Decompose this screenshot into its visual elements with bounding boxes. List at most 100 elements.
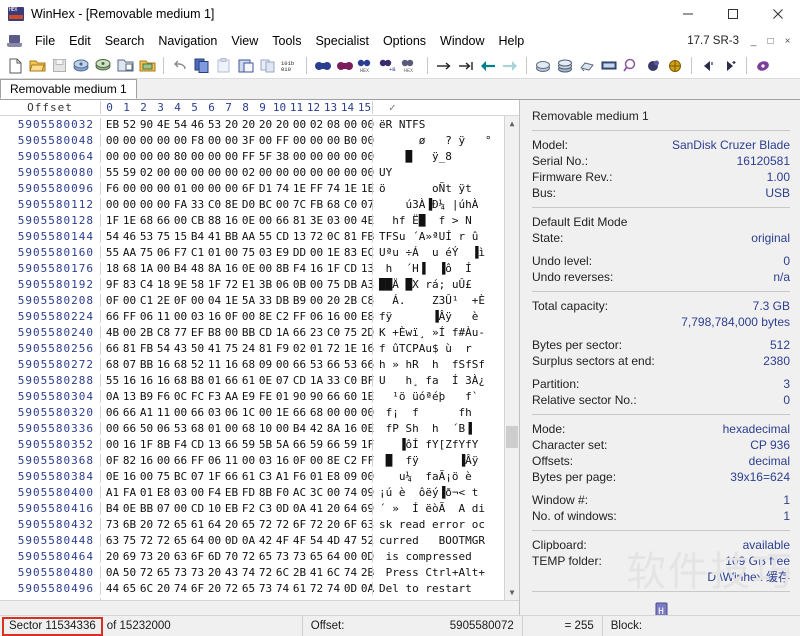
hex-row-bytes[interactable]: B40EBB0700CD10EBF2C30D0A41206469	[100, 502, 372, 515]
hex-byte[interactable]: 0F	[291, 454, 308, 467]
hex-byte[interactable]: 72	[155, 534, 172, 547]
hex-byte[interactable]: 74	[325, 582, 342, 595]
hex-byte[interactable]: 09	[257, 358, 274, 371]
hex-byte[interactable]: 9E	[172, 278, 189, 291]
hex-byte[interactable]: 2E	[155, 294, 172, 307]
hex-byte[interactable]: 8A	[325, 422, 342, 435]
hex-byte[interactable]: E9	[274, 246, 291, 259]
hex-byte[interactable]: 00	[121, 326, 138, 339]
hex-byte[interactable]: 00	[325, 486, 342, 499]
hex-byte[interactable]: 0D	[223, 534, 240, 547]
hex-byte[interactable]: 00	[274, 166, 291, 179]
hex-byte[interactable]: 53	[138, 230, 155, 243]
hex-byte[interactable]: 60	[342, 390, 359, 403]
hex-byte[interactable]: 59	[342, 438, 359, 451]
hex-byte[interactable]: 00	[104, 438, 121, 451]
hex-byte[interactable]: 02	[138, 166, 155, 179]
search-settings-icon[interactable]: HEX	[400, 55, 422, 77]
tab-removable-medium-1[interactable]: Removable medium 1	[0, 79, 137, 99]
hex-byte[interactable]: 55	[257, 230, 274, 243]
hex-byte[interactable]: 1F	[206, 278, 223, 291]
hex-row-ascii[interactable]: ▐ôÍ fY[ZfYfY	[372, 438, 519, 451]
hex-byte[interactable]: 1F	[104, 214, 121, 227]
hex-byte[interactable]: 00	[223, 182, 240, 195]
hex-byte[interactable]: 10	[206, 502, 223, 515]
hex-byte[interactable]: 20	[325, 502, 342, 515]
hex-byte[interactable]: 03	[257, 454, 274, 467]
hex-byte[interactable]: 73	[291, 550, 308, 563]
hex-byte[interactable]: 16	[342, 422, 359, 435]
hex-byte[interactable]: 8A	[206, 262, 223, 275]
hex-byte[interactable]: E1	[240, 278, 257, 291]
hex-byte[interactable]: F6	[104, 182, 121, 195]
hex-byte[interactable]: 00	[291, 598, 308, 601]
hex-byte[interactable]: 73	[189, 566, 206, 579]
hex-byte[interactable]: 13	[291, 230, 308, 243]
hex-byte[interactable]: 66	[223, 470, 240, 483]
hex-byte[interactable]: CD	[257, 326, 274, 339]
hex-byte[interactable]: C8	[155, 326, 172, 339]
hex-byte[interactable]: FF	[240, 150, 257, 163]
hex-byte[interactable]: 00	[342, 166, 359, 179]
hex-byte[interactable]: 6F	[189, 582, 206, 595]
hex-byte[interactable]: C2	[274, 310, 291, 323]
hex-byte[interactable]: 00	[342, 118, 359, 131]
hex-row-bytes[interactable]: 55590200000000000200000000000000	[100, 166, 372, 179]
hex-byte[interactable]: 02	[240, 166, 257, 179]
hex-row-ascii[interactable]: Á. Z3Û¹ +È	[372, 294, 519, 307]
hex-byte[interactable]: C1	[189, 246, 206, 259]
hex-byte[interactable]: 00	[155, 454, 172, 467]
hex-byte[interactable]: 00	[155, 198, 172, 211]
hex-row-bytes[interactable]: 00000000000000000000000000000000	[100, 598, 372, 601]
hex-byte[interactable]: 72	[138, 534, 155, 547]
hex-byte[interactable]: 9F	[104, 278, 121, 291]
hex-row-bytes[interactable]: 44656C20746F20726573746172740D0A	[100, 582, 372, 595]
hex-byte[interactable]: 08	[325, 118, 342, 131]
hex-byte[interactable]: 0C	[172, 390, 189, 403]
hex-byte[interactable]: 72	[308, 518, 325, 531]
hex-row-bytes[interactable]: EB52904E544653202020200002080000	[100, 118, 372, 131]
hex-byte[interactable]: 6B	[121, 518, 138, 531]
hex-row[interactable]: 59055801281F1E686600CB88160E0066813E0300…	[0, 212, 519, 228]
hex-row-bytes[interactable]: F6000000010000006FD1741EFF741E1E	[100, 182, 372, 195]
hex-byte[interactable]: F4	[172, 438, 189, 451]
hex-byte[interactable]: E8	[155, 486, 172, 499]
hex-byte[interactable]: 66	[291, 438, 308, 451]
hex-byte[interactable]: 74	[342, 486, 359, 499]
hex-row-ascii[interactable]: ø ? ÿ °	[372, 134, 519, 147]
hex-byte[interactable]: 54	[104, 230, 121, 243]
hex-byte[interactable]: 01	[308, 342, 325, 355]
hex-byte[interactable]: FA	[121, 486, 138, 499]
hex-byte[interactable]: 82	[121, 454, 138, 467]
hex-byte[interactable]: 50	[138, 422, 155, 435]
hex-row-bytes[interactable]: 20697320636F6D70726573736564000D	[100, 550, 372, 563]
hex-byte[interactable]: 00	[104, 422, 121, 435]
hex-byte[interactable]: 69	[121, 550, 138, 563]
hex-byte[interactable]: AA	[223, 390, 240, 403]
hex-byte[interactable]: 06	[274, 278, 291, 291]
hex-byte[interactable]: 70	[223, 550, 240, 563]
hex-byte[interactable]: 54	[172, 118, 189, 131]
hex-row-bytes[interactable]: A1FA01E80300F4EBFD8BF0AC3C007409	[100, 486, 372, 499]
hex-byte[interactable]: 20	[155, 582, 172, 595]
hex-row[interactable]: 5905580432736B2072656164206572726F72206F…	[0, 516, 519, 532]
hex-byte[interactable]: 00	[359, 598, 376, 601]
hex-byte[interactable]: 73	[257, 582, 274, 595]
goto-offset-icon[interactable]	[433, 55, 455, 77]
convert-icon[interactable]: 101b010	[279, 55, 301, 77]
hex-byte[interactable]: 72	[325, 342, 342, 355]
hex-byte[interactable]: 00	[291, 134, 308, 147]
hex-byte[interactable]: 1E	[223, 294, 240, 307]
hex-row-ascii[interactable]: ██Ä █X rá; uÛ£	[372, 278, 519, 291]
hex-row-ascii[interactable]: Del to restart	[372, 582, 519, 595]
hex-byte[interactable]: 6C	[325, 566, 342, 579]
hex-byte[interactable]: 7C	[291, 198, 308, 211]
hex-row-ascii[interactable]: ´ » Í ëòÃ A di	[372, 502, 519, 515]
back-icon[interactable]	[477, 55, 499, 77]
hex-byte[interactable]: 73	[172, 566, 189, 579]
hex-byte[interactable]: 1E	[291, 182, 308, 195]
goto-sector-icon[interactable]	[455, 55, 477, 77]
hex-byte[interactable]: 00	[223, 326, 240, 339]
hex-byte[interactable]: 16	[223, 262, 240, 275]
hex-byte[interactable]: 81	[257, 342, 274, 355]
